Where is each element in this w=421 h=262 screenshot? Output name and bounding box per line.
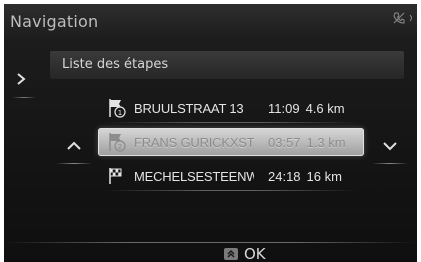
chevron-down-icon: [383, 142, 397, 151]
svg-text:1: 1: [118, 109, 122, 117]
ok-label: OK: [244, 245, 266, 262]
waypoint-distance: 16 km: [306, 168, 342, 184]
waypoint-row-3[interactable]: MECHELSESTEENWEG 1: 24:18 16 km: [98, 162, 364, 191]
expand-side-menu-button[interactable]: [4, 60, 38, 98]
waypoint-distance: 1.3 km: [306, 134, 346, 150]
waypoint-row-1[interactable]: 1 BRUULSTRAAT 13 11:09 4.6 km: [98, 94, 364, 123]
waypoint-time: 24:18: [268, 168, 301, 184]
move-up-button[interactable]: [56, 134, 92, 164]
waypoint-row-2[interactable]: 2 FRANS GURICKXSTRAA 03:57 1.3 km: [98, 128, 364, 156]
ok-button[interactable]: OK: [224, 245, 266, 262]
row-divider: [104, 190, 358, 191]
waypoint-time: 11:09: [268, 100, 300, 116]
waypoint-flag-1-icon: 1: [109, 99, 126, 118]
waypoint-street: MECHELSESTEENWEG 1:: [134, 168, 254, 184]
footer-divider: [4, 242, 417, 243]
svg-text:2: 2: [118, 143, 122, 151]
waypoint-flag-2-icon: 2: [109, 133, 126, 152]
waypoint-distance: 4.6 km: [305, 100, 345, 116]
list-header: Liste des étapes: [50, 51, 404, 79]
chevron-up-icon: [67, 141, 81, 150]
waypoint-street: FRANS GURICKXSTRAA: [134, 134, 254, 150]
waypoint-street: BRUULSTRAAT 13: [134, 100, 244, 116]
double-chevron-up-icon: [224, 248, 238, 260]
list-header-label: Liste des étapes: [62, 57, 169, 72]
signal-icon: [409, 14, 412, 22]
chevron-right-icon: [17, 73, 26, 85]
waypoint-time: 03:57: [268, 134, 301, 150]
move-down-button[interactable]: [372, 134, 408, 164]
destination-flag-icon: [109, 168, 122, 184]
phone-muted-icon: [393, 12, 405, 24]
status-icons: [393, 12, 415, 24]
navigation-screen: Navigation Liste des étapes 1 BRUULSTRAA…: [4, 4, 417, 262]
page-title: Navigation: [10, 12, 99, 31]
row-divider: [104, 122, 358, 123]
